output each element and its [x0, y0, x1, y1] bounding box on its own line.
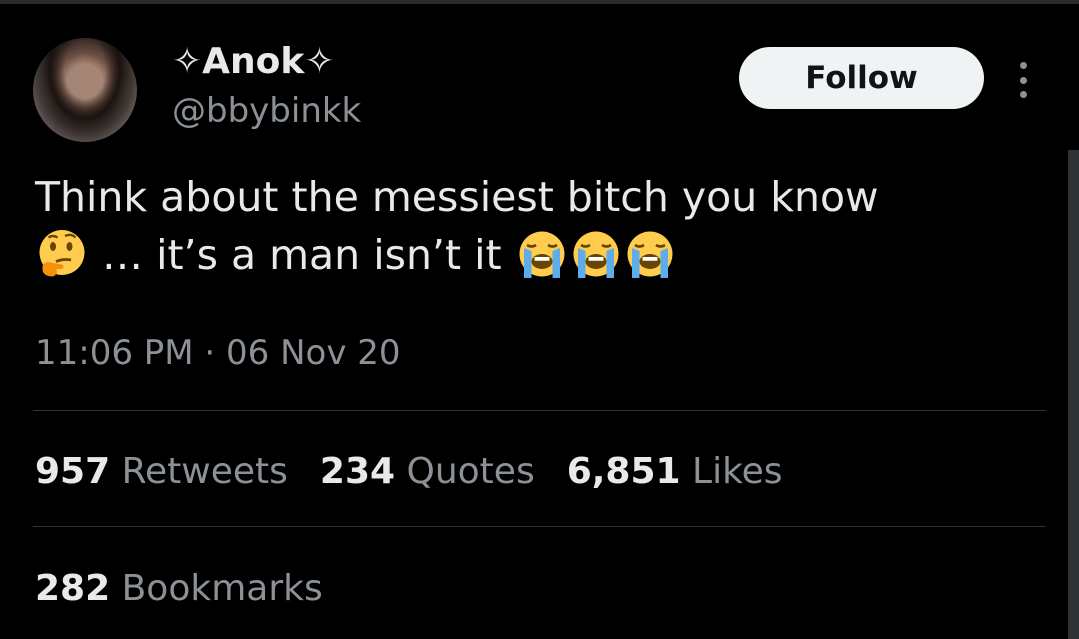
scrollbar[interactable] — [1068, 150, 1079, 639]
author-name[interactable]: ✧Anok✧ — [172, 40, 335, 84]
quotes-count: 234 — [319, 451, 396, 492]
top-border — [0, 0, 1079, 4]
bookmarks-count: 282 — [35, 568, 111, 609]
retweets-count: 957 — [35, 451, 111, 492]
divider — [33, 410, 1046, 411]
likes-stat[interactable]: 6,851 Likes — [567, 448, 783, 496]
bookmarks-stat[interactable]: 282 Bookmarks — [35, 565, 323, 613]
tweet-text-line2: … it’s a man isn’t it — [89, 231, 515, 279]
tweet-text-line1: Think about the messiest bitch you know — [35, 173, 879, 221]
engagement-stats: 957 Retweets 234 Quotes 6,851 Likes — [35, 448, 815, 496]
loudly-crying-face-emoji-icon — [573, 231, 619, 278]
author-handle[interactable]: @bbybinkk — [172, 90, 361, 132]
divider — [33, 526, 1046, 527]
thinking-face-emoji-icon — [39, 230, 85, 277]
avatar[interactable] — [33, 38, 137, 142]
quotes-stat[interactable]: 234 Quotes — [320, 448, 535, 496]
avatar-photo — [33, 38, 137, 142]
more-options-icon[interactable] — [1011, 62, 1035, 98]
likes-count: 6,851 — [566, 451, 681, 492]
likes-label: Likes — [692, 451, 783, 492]
retweets-label: Retweets — [121, 451, 288, 492]
retweets-stat[interactable]: 957 Retweets — [35, 448, 288, 496]
loudly-crying-face-emoji-icon — [519, 231, 565, 278]
loudly-crying-face-emoji-icon — [627, 231, 673, 278]
bookmarks-label: Bookmarks — [121, 568, 323, 609]
follow-button[interactable]: Follow — [739, 47, 984, 109]
tweet-text: Think about the messiest bitch you know … — [35, 168, 1035, 284]
quotes-label: Quotes — [406, 451, 535, 492]
tweet-timestamp[interactable]: 11:06 PM · 06 Nov 20 — [35, 330, 401, 376]
